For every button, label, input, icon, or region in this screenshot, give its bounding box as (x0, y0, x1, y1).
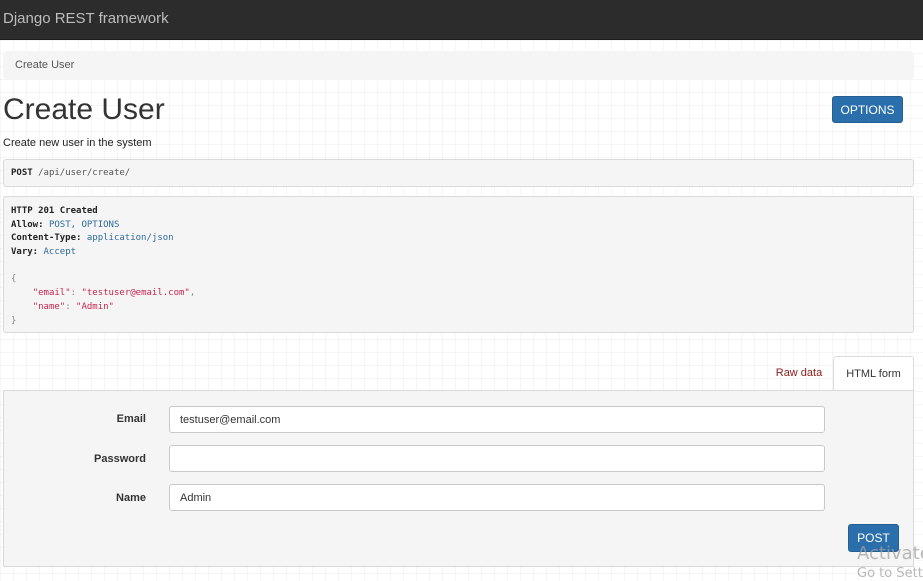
activation-watermark-subtitle: Go to Sett (857, 566, 923, 581)
password-label: Password (94, 453, 146, 465)
response-status: HTTP 201 Created (11, 206, 98, 216)
json-value-email: "testuser@email.com" (81, 288, 190, 299)
header-key-allow: Allow: (11, 219, 44, 230)
json-close-brace: } (11, 315, 17, 326)
options-button[interactable]: OPTIONS (832, 96, 903, 123)
password-field[interactable] (169, 445, 825, 472)
header-key-content-type: Content-Type: (11, 233, 82, 244)
email-label: Email (116, 413, 146, 425)
page-title: Create User (3, 93, 165, 126)
header-value-content-type: application/json (86, 233, 174, 244)
name-field[interactable] (169, 484, 825, 511)
name-label: Name (116, 492, 146, 504)
json-open-brace: { (11, 274, 17, 285)
header-value-allow: POST, OPTIONS (48, 219, 120, 230)
navbar: Django REST framework (0, 0, 923, 40)
header-value-vary: Accept (43, 247, 77, 258)
breadcrumb: Create User (3, 51, 914, 80)
form-tabs: Raw data HTML form (3, 356, 914, 391)
json-value-name: "Admin" (76, 301, 114, 312)
request-method: POST (11, 168, 33, 178)
activation-watermark-title: Activate (857, 543, 923, 564)
html-form-panel: Email Password Name POST (3, 390, 914, 567)
brand-link[interactable]: Django REST framework (3, 10, 169, 28)
json-key-name: "name" (32, 301, 66, 312)
response-info: HTTP 201 Created Allow: POST, OPTIONS Co… (3, 196, 914, 333)
breadcrumb-item-create-user[interactable]: Create User (15, 59, 74, 71)
tab-html-form[interactable]: HTML form (833, 356, 914, 391)
request-info: POST /api/user/create/ (3, 159, 914, 187)
header-key-vary: Vary: (11, 247, 39, 258)
email-field[interactable] (169, 406, 825, 433)
page-description: Create new user in the system (3, 137, 152, 149)
page-content: Create User Create User OPTIONS Create n… (0, 40, 923, 581)
tab-raw-data[interactable]: Raw data (763, 356, 835, 390)
request-url: /api/user/create/ (38, 168, 131, 178)
json-key-email: "email" (32, 288, 71, 299)
